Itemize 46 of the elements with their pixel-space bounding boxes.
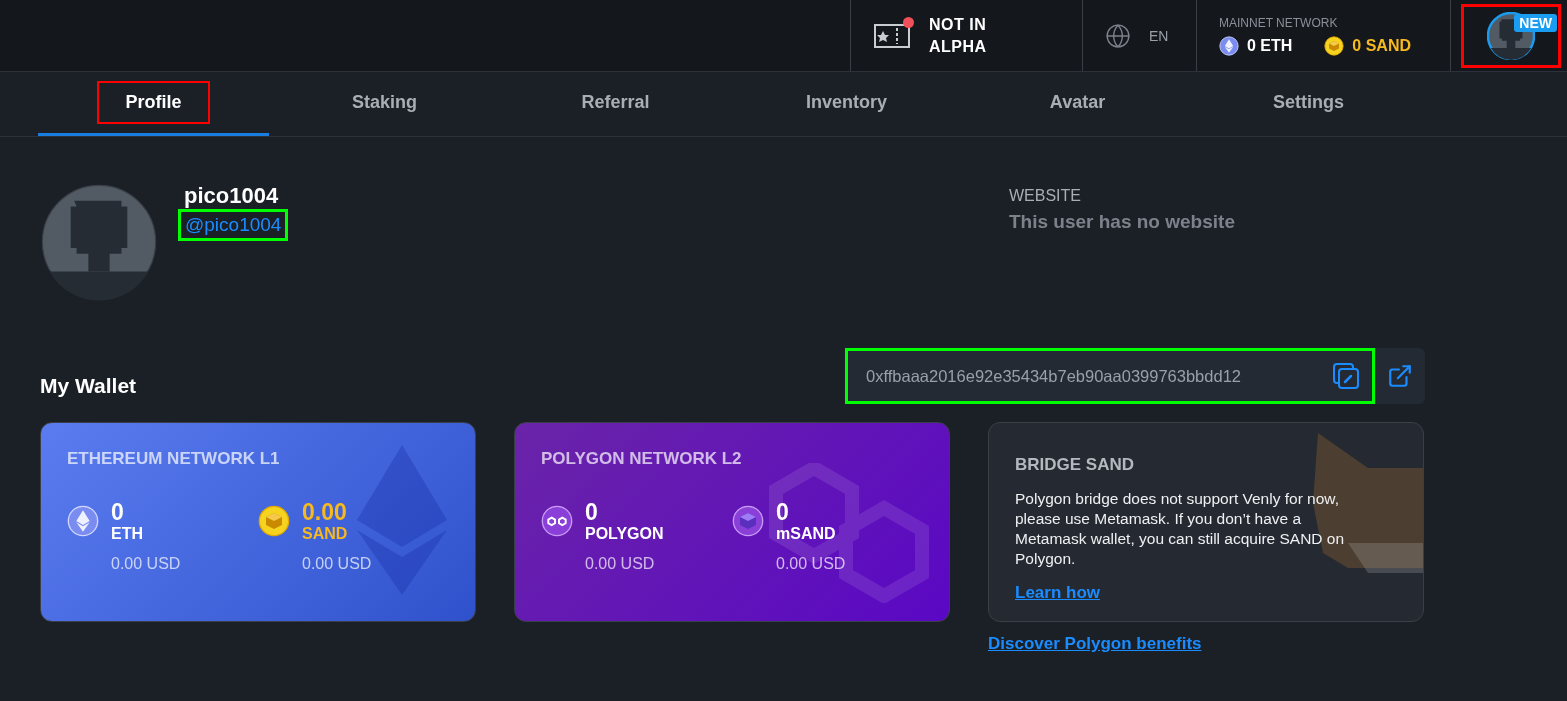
wallet-address-field[interactable]: 0xffbaaa2016e92e35434b7eb90aa0399763bbdd12 [845,348,1375,404]
polygon-benefits-link[interactable]: Discover Polygon benefits [988,634,1424,654]
asset-symbol: SAND [302,525,349,543]
username: pico1004 [184,183,279,209]
asset-amount: 0 [585,499,599,525]
network-title: ETHEREUM NETWORK L1 [67,449,281,469]
sand-coin-icon [258,505,290,537]
website-value: This user has no website [1009,211,1235,233]
asset-amount: 0 [776,499,790,525]
asset-usd-value: 0.00 USD [776,555,846,573]
tab[interactable]: Avatar [1021,81,1134,124]
new-badge: NEW [1514,13,1557,32]
language-label[interactable]: EN [1149,27,1169,44]
wallet-title: My Wallet [40,374,137,398]
tab[interactable]: Staking [324,81,445,124]
ticket-icon [873,22,911,49]
bridge-text: Polygon bridge does not support Venly for now, please use Metamask. If you don’t have a Metamask wallet, you can still acquire SAND on Polygon. [1015,489,1346,569]
tab[interactable]: Profile [97,81,210,124]
copy-icon[interactable] [1332,362,1360,390]
asset-usd-value: 0.00 USD [585,555,656,573]
asset-usd-value: 0.00 USD [111,555,181,573]
ethereum-coin-icon [1219,35,1239,56]
globe-icon[interactable] [1105,22,1131,49]
network-title: POLYGON NETWORK L2 [541,449,743,469]
polygon-coin-icon [541,505,573,537]
network-label: MAINNET NETWORK [1219,15,1339,30]
asset-usd-value: 0.00 USD [302,555,372,573]
tab[interactable]: Inventory [778,81,915,124]
tab[interactable]: Settings [1245,81,1372,124]
website-label: WEBSITE [1009,187,1082,205]
asset-amount: 0 [111,499,125,525]
asset-symbol: mSAND [776,525,837,543]
user-handle[interactable]: @pico1004 [178,209,289,241]
learn-how-link[interactable]: Learn how [1015,583,1100,603]
alpha-status: NOT IN ALPHA [929,14,987,57]
ethereum-coin-icon [67,505,99,537]
cube-coin-icon [732,505,764,537]
asset-symbol: ETH [111,525,144,543]
asset-amount: 0.00 [302,499,348,525]
avatar-icon [40,183,158,301]
sand-coin-icon [1324,35,1345,56]
balance-amount: 0 SAND [1352,36,1412,55]
bridge-title: BRIDGE SAND [1015,455,1135,475]
tab[interactable]: Referral [553,81,678,124]
asset-symbol: POLYGON [585,525,664,543]
balance-amount: 0 ETH [1247,36,1293,55]
